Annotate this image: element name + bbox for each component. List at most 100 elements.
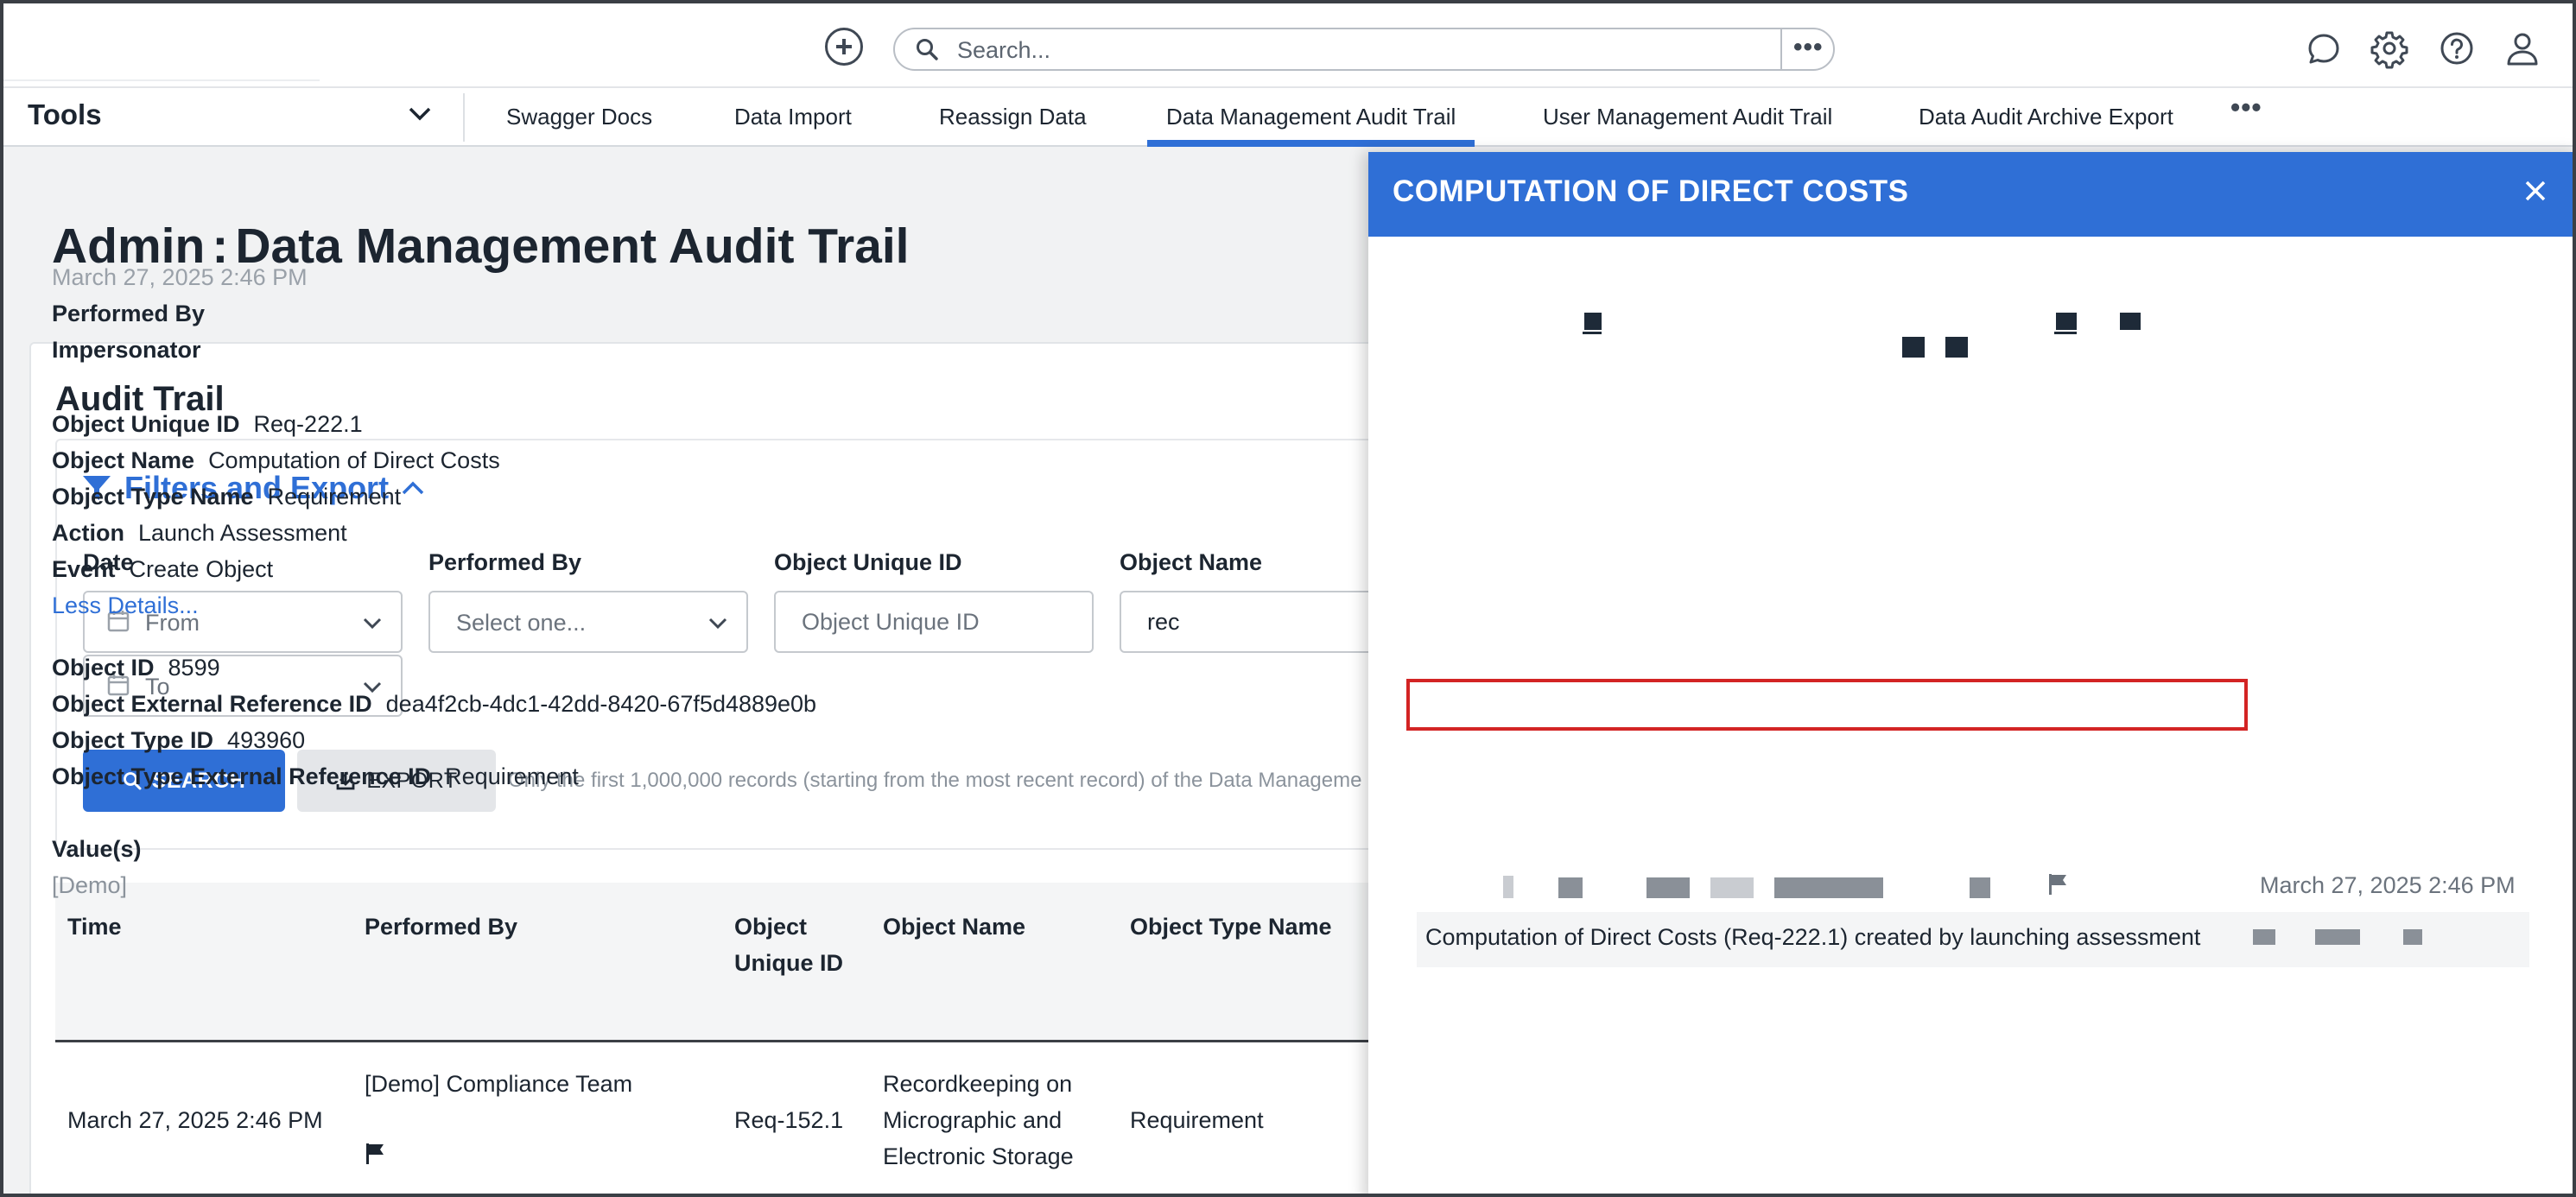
export-note: Only the first 1,000,000 records (starti… <box>508 769 1362 792</box>
blurred-text <box>1503 876 1513 898</box>
top-bar: ••• <box>3 3 2573 88</box>
value-author: [Demo] <box>52 872 128 898</box>
tab-data-audit-archive-export[interactable]: Data Audit Archive Export <box>1919 104 2173 130</box>
redacted-block <box>1902 337 1925 358</box>
column-header-object-type-name[interactable]: Object Type Name <box>1130 909 1332 945</box>
unique-id-input[interactable] <box>800 608 1063 636</box>
unique-id-field[interactable] <box>774 591 1094 653</box>
tab-data-management-audit-trail[interactable]: Data Management Audit Trail <box>1146 104 1475 147</box>
panel-header: COMPUTATION OF DIRECT COSTS <box>1368 152 2573 237</box>
blurred-text <box>1970 877 1990 898</box>
column-header-time[interactable]: Time <box>67 909 122 945</box>
column-header-performed-by[interactable]: Performed By <box>365 909 517 945</box>
column-header-object-name[interactable]: Object Name <box>883 909 1025 945</box>
search-options-button[interactable]: ••• <box>1793 33 1824 62</box>
object-name-row: Object Name Computation of Direct Costs <box>52 447 500 474</box>
tab-data-import[interactable]: Data Import <box>734 104 852 130</box>
less-details-link[interactable]: Less Details... <box>52 592 199 619</box>
cell-performed-by: [Demo] Compliance Team <box>365 1071 633 1097</box>
tab-bar: Tools Swagger Docs Data Import Reassign … <box>3 88 2573 147</box>
field-value: Launch Assessment <box>138 520 347 546</box>
object-type-id-row: Object Type ID 493960 <box>52 727 305 754</box>
blurred-text <box>1646 877 1690 898</box>
chevron-down-icon <box>363 618 382 630</box>
external-reference-id-row: Object External Reference ID dea4f2cb-4dc… <box>52 691 816 718</box>
chevron-down-icon <box>708 618 727 630</box>
chevron-down-icon[interactable] <box>408 105 432 123</box>
field-label: Object External Reference ID <box>52 691 372 717</box>
blurred-text <box>1774 877 1883 898</box>
search-input[interactable] <box>955 35 1788 66</box>
redacted-block <box>1945 337 1968 358</box>
gear-icon[interactable] <box>2369 28 2410 69</box>
field-value: 493960 <box>227 727 306 753</box>
cell-line: Micrographic and <box>883 1107 1063 1133</box>
field-label: Impersonator <box>52 337 201 363</box>
redacted-block <box>1583 332 1602 334</box>
performed-by-label: Performed By <box>428 549 582 575</box>
blurred-text <box>2253 929 2275 945</box>
flag-icon <box>366 1143 384 1164</box>
add-icon[interactable] <box>825 28 863 66</box>
field-label: Object Type Name <box>52 484 254 510</box>
unique-id-label: Object Unique ID <box>774 549 962 575</box>
field-value: Requirement <box>445 763 579 789</box>
field-label: Action <box>52 520 124 546</box>
search-icon <box>917 39 938 60</box>
performed-by-select[interactable]: Select one... <box>428 591 748 653</box>
value-date: March 27, 2025 2:46 PM <box>2260 872 2516 898</box>
cell-line: Recordkeeping on <box>883 1071 1073 1097</box>
column-header-line: Object <box>734 914 808 940</box>
redacted-block <box>1584 313 1602 330</box>
performed-by-placeholder: Select one... <box>456 610 587 636</box>
type-external-reference-id-row: Object Type External Reference ID Require… <box>52 763 579 790</box>
audit-date: March 27, 2025 2:46 PM <box>52 264 308 290</box>
chat-icon[interactable] <box>2303 28 2344 69</box>
user-icon[interactable] <box>2502 28 2543 69</box>
field-label: Object Unique ID <box>52 411 240 437</box>
cell-line: Electronic Storage <box>883 1143 1074 1169</box>
value-text: Computation of Direct Costs (Req-222.1) … <box>1425 924 2201 950</box>
field-label: Event <box>52 556 116 582</box>
tabs-more-button[interactable]: ••• <box>2230 92 2262 124</box>
divider <box>3 79 320 81</box>
redacted-block <box>2120 313 2141 330</box>
tab-user-management-audit-trail[interactable]: User Management Audit Trail <box>1543 104 1832 130</box>
tab-reassign-data[interactable]: Reassign Data <box>939 104 1087 130</box>
column-header-unique-id[interactable]: Object Unique ID <box>734 909 843 981</box>
details-panel: COMPUTATION OF DIRECT COSTS <box>1368 152 2573 1194</box>
chevron-up-icon <box>402 481 424 495</box>
field-label: Object Type ID <box>52 727 214 753</box>
values-heading: Value(s) <box>52 836 155 863</box>
tools-menu-label[interactable]: Tools <box>28 98 102 131</box>
action-row: Action Launch Assessment <box>52 520 347 547</box>
tab-swagger-docs[interactable]: Swagger Docs <box>506 104 652 130</box>
global-search[interactable]: ••• <box>893 28 1835 71</box>
object-type-name-row: Object Type Name Requirement <box>52 484 401 510</box>
blurred-text <box>1558 877 1583 898</box>
cell-time: March 27, 2025 2:46 PM <box>67 1107 323 1133</box>
object-name-label: Object Name <box>1120 549 1263 575</box>
field-label: Object ID <box>52 655 155 681</box>
field-label: Object Type External Reference ID <box>52 763 432 789</box>
performed-by-row: Performed By <box>52 301 219 327</box>
field-label: Object Name <box>52 447 195 473</box>
object-name-field[interactable] <box>1120 591 1408 653</box>
cell-unique-id: Req-152.1 <box>734 1107 844 1133</box>
object-id-row: Object ID 8599 <box>52 655 220 681</box>
blurred-text <box>2403 929 2422 945</box>
field-value: Requirement <box>267 484 402 510</box>
field-value: Req-222.1 <box>253 411 363 437</box>
close-icon[interactable] <box>2522 178 2548 204</box>
blurred-text <box>2315 929 2360 945</box>
highlight-box <box>1406 679 2248 731</box>
field-value: Create Object <box>129 556 274 582</box>
cell-object-name: Recordkeeping on Micrographic and Electr… <box>883 1066 1074 1175</box>
cell-object-type-name: Requirement <box>1130 1107 1264 1133</box>
field-label: Value(s) <box>52 836 142 862</box>
redacted-block <box>2054 332 2077 334</box>
column-header-line: Unique ID <box>734 950 843 976</box>
panel-title: COMPUTATION OF DIRECT COSTS <box>1393 174 1909 208</box>
help-icon[interactable] <box>2436 28 2478 69</box>
flag-icon <box>2049 874 2066 895</box>
